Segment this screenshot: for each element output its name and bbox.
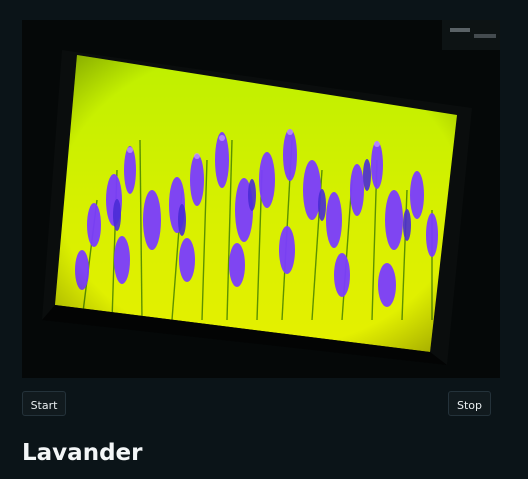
lavender-photo — [22, 20, 500, 378]
page-title: Lavander — [22, 440, 143, 466]
start-button[interactable]: Start — [22, 391, 66, 416]
top-bar — [0, 0, 528, 20]
camera-preview — [22, 20, 500, 378]
stop-button[interactable]: Stop — [448, 391, 491, 416]
